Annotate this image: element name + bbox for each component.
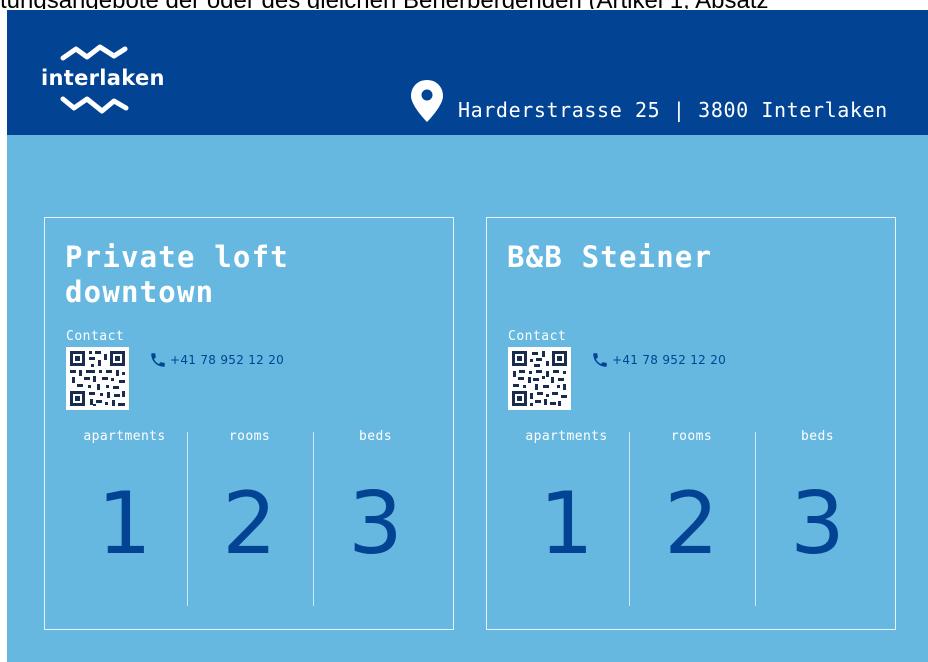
stat-value-apartments: 1 [97,474,152,574]
phone-number[interactable]: +41 78 952 12 20 [612,353,726,367]
header-bar: interlaken Harderstrasse 25 | 3800 Inter… [7,10,928,135]
listing-title: B&B Steiner [507,240,713,274]
stat-label-rooms: rooms [228,429,271,444]
address-text: Harderstrasse 25 | 3800 Interlaken [458,98,888,122]
qr-code-icon[interactable] [508,347,571,410]
phone-icon [151,353,165,367]
stat-value-apartments: 1 [539,474,594,574]
stat-value-rooms: 2 [664,474,719,574]
contact-label: Contact [508,329,567,344]
display-panel: interlaken Harderstrasse 25 | 3800 Inter… [7,10,928,662]
listing-card-2: B&B Steiner Contact +41 78 952 12 20 apa… [486,217,896,630]
stat-value-rooms: 2 [222,474,277,574]
stat-label-beds: beds [801,429,834,444]
listing-title: Private loft downtown [65,240,289,309]
listing-card-1: Private loft downtown Contact +41 78 952… [44,217,454,630]
cropped-top-text: tungsangebote der oder des gleichen Behe… [0,0,928,9]
top-text-rest: (Artikel 1, Absatz [582,0,768,9]
stat-value-beds: 3 [790,474,845,574]
stat-label-apartments: apartments [83,429,166,444]
logo-text: interlaken [41,66,165,90]
stat-label-rooms: rooms [670,429,713,444]
top-text-link[interactable]: tungsangebote der oder des gleichen Behe… [0,0,582,9]
stat-value-beds: 3 [348,474,403,574]
phone-number[interactable]: +41 78 952 12 20 [170,353,284,367]
phone-icon [593,353,607,367]
map-pin-icon [411,80,443,122]
stat-label-apartments: apartments [525,429,608,444]
stat-label-beds: beds [359,429,392,444]
qr-code-icon[interactable] [66,347,129,410]
contact-label: Contact [66,329,125,344]
interlaken-logo: interlaken [41,44,165,122]
